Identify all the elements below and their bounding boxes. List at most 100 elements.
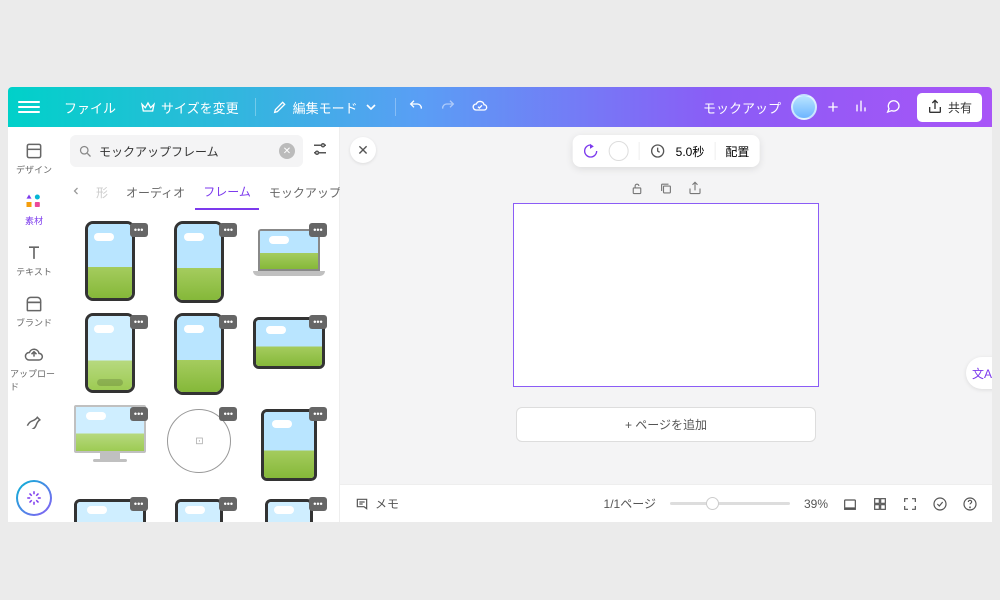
tab-frame[interactable]: フレーム — [195, 175, 259, 210]
item-menu[interactable]: ••• — [219, 497, 237, 511]
zoom-slider[interactable] — [670, 502, 790, 505]
bottom-bar: メモ 1/1ページ 39% — [340, 484, 992, 522]
page-view-icon[interactable] — [842, 496, 858, 512]
color-picker[interactable] — [609, 141, 629, 161]
item-menu[interactable]: ••• — [219, 315, 237, 329]
frame-item[interactable]: ••• — [70, 405, 150, 485]
notes-icon — [354, 496, 370, 512]
item-menu[interactable]: ••• — [309, 407, 327, 421]
canvas-area[interactable]: ✕ 5.0秒 配置 + ページを追加 文A メモ — [340, 127, 992, 522]
edit-mode-button[interactable]: 編集モード — [260, 98, 391, 117]
frame-item[interactable]: ••• — [70, 313, 150, 395]
sliders-icon — [311, 140, 329, 158]
document-title[interactable]: モックアップ — [703, 98, 781, 117]
notes-button[interactable]: メモ — [354, 495, 399, 512]
frame-item[interactable]: ••• — [249, 221, 329, 303]
nav-brand[interactable]: ブランド — [10, 288, 58, 335]
add-page-button[interactable]: + ページを追加 — [516, 407, 816, 442]
help-icon[interactable] — [962, 496, 978, 512]
undo-button[interactable] — [400, 98, 432, 117]
crown-icon — [140, 99, 156, 115]
add-member-button[interactable] — [821, 95, 845, 119]
frame-item[interactable]: ⊡••• — [160, 405, 240, 485]
frame-item[interactable]: ••• — [160, 313, 240, 395]
check-circle-icon[interactable] — [932, 496, 948, 512]
item-menu[interactable]: ••• — [309, 497, 327, 511]
nav-elements[interactable]: 素材 — [10, 186, 58, 233]
export-icon[interactable] — [688, 181, 703, 196]
item-menu[interactable]: ••• — [130, 223, 148, 237]
frame-item[interactable]: ••• — [70, 221, 150, 303]
canvas-page[interactable] — [513, 203, 819, 387]
nav-draw[interactable] — [10, 403, 58, 435]
close-panel-button[interactable]: ✕ — [350, 137, 376, 163]
pager-label: 1/1ページ — [604, 495, 656, 512]
frame-item[interactable]: ••• — [249, 405, 329, 485]
zoom-value[interactable]: 39% — [804, 497, 828, 511]
share-button[interactable]: 共有 — [917, 93, 982, 122]
cloud-sync-button[interactable] — [464, 98, 496, 117]
tabs-prev[interactable] — [66, 180, 86, 206]
item-menu[interactable]: ••• — [309, 315, 327, 329]
frame-item[interactable]: ••• — [70, 495, 150, 522]
nav-design[interactable]: デザイン — [10, 135, 58, 182]
tab-audio[interactable]: オーディオ — [118, 176, 193, 209]
comment-button[interactable] — [877, 98, 909, 117]
frames-grid[interactable]: ••• ••• ••• ••• ••• ••• ••• ⊡••• ••• •••… — [60, 211, 339, 522]
nav-rail: デザイン 素材 テキスト ブランド アップロード — [8, 127, 60, 522]
nav-upload[interactable]: アップロード — [10, 339, 58, 399]
item-menu[interactable]: ••• — [219, 407, 237, 421]
filter-button[interactable] — [311, 140, 329, 163]
resize-button[interactable]: サイズを変更 — [128, 98, 251, 117]
duplicate-icon[interactable] — [659, 181, 674, 196]
share-icon — [927, 99, 943, 115]
frame-item[interactable]: ••• — [160, 495, 240, 522]
item-menu[interactable]: ••• — [130, 407, 148, 421]
category-tabs: 形 オーディオ フレーム モックアップ — [60, 175, 339, 211]
unlock-icon[interactable] — [630, 181, 645, 196]
cloud-check-icon — [472, 98, 488, 114]
frame-item[interactable]: ••• — [160, 221, 240, 303]
app-window: ファイル サイズを変更 編集モード モックアップ 共有 デザイン — [8, 87, 992, 522]
search-icon — [78, 144, 93, 159]
text-icon — [24, 243, 44, 263]
brand-icon — [24, 294, 44, 314]
menu-icon[interactable] — [18, 101, 40, 113]
file-menu[interactable]: ファイル — [52, 98, 128, 117]
comment-icon — [885, 98, 901, 114]
plus-icon — [825, 99, 841, 115]
tab-shape[interactable]: 形 — [88, 176, 116, 209]
chevron-down-icon — [363, 99, 379, 115]
nav-text[interactable]: テキスト — [10, 237, 58, 284]
clear-search-button[interactable]: ✕ — [279, 143, 295, 159]
animate-icon[interactable] — [583, 143, 599, 159]
frame-item[interactable]: ••• — [249, 495, 329, 522]
draw-icon — [24, 409, 44, 429]
translate-button[interactable]: 文A — [966, 357, 992, 389]
page-tools — [630, 181, 703, 196]
redo-button[interactable] — [432, 98, 464, 117]
sparkle-icon — [25, 489, 43, 507]
magic-button[interactable] — [16, 480, 52, 516]
duration-value[interactable]: 5.0秒 — [676, 143, 705, 160]
user-avatar[interactable] — [791, 94, 817, 120]
undo-icon — [408, 98, 424, 114]
context-toolbar: 5.0秒 配置 — [573, 135, 760, 167]
item-menu[interactable]: ••• — [130, 315, 148, 329]
search-input[interactable] — [99, 144, 273, 158]
item-menu[interactable]: ••• — [219, 223, 237, 237]
grid-view-icon[interactable] — [872, 496, 888, 512]
shapes-icon — [24, 192, 44, 212]
layout-icon — [24, 141, 44, 161]
item-menu[interactable]: ••• — [130, 497, 148, 511]
fullscreen-icon[interactable] — [902, 496, 918, 512]
position-button[interactable]: 配置 — [725, 143, 749, 160]
insights-button[interactable] — [845, 98, 877, 117]
frame-item[interactable]: ••• — [249, 313, 329, 395]
search-box: ✕ — [70, 135, 303, 167]
item-menu[interactable]: ••• — [309, 223, 327, 237]
redo-icon — [440, 98, 456, 114]
tab-mockup[interactable]: モックアップ — [261, 176, 349, 209]
top-bar: ファイル サイズを変更 編集モード モックアップ 共有 — [8, 87, 992, 127]
clock-icon — [650, 143, 666, 159]
